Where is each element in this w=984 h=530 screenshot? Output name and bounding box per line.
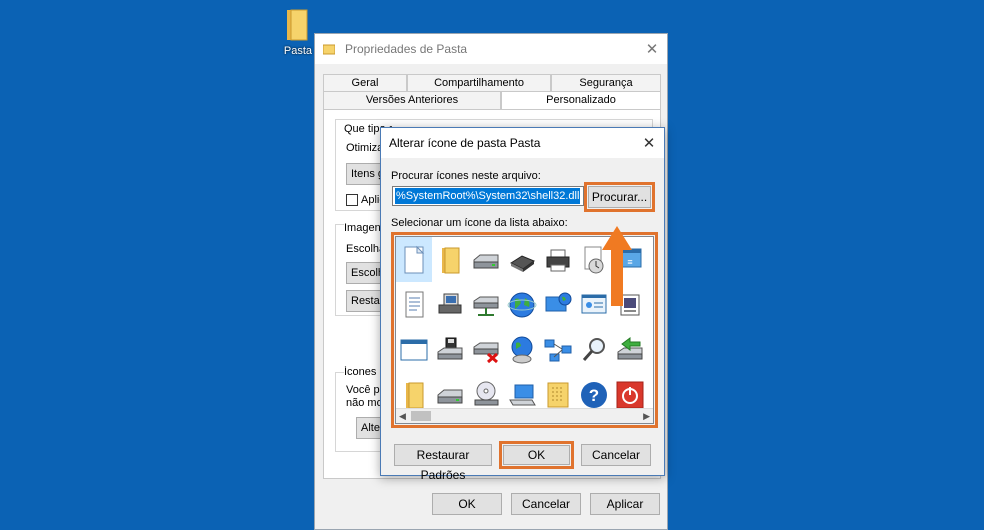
folder-grid-icon — [547, 382, 569, 407]
icon-cell[interactable] — [468, 237, 504, 282]
monitor-globe-icon — [545, 292, 572, 311]
scroll-thumb[interactable] — [411, 411, 431, 421]
laptop-icon — [509, 384, 536, 405]
folder-icon — [323, 44, 335, 55]
svg-text:?: ? — [589, 386, 599, 405]
desktop-folder-label: Pasta — [283, 45, 313, 57]
document-icon — [405, 291, 424, 317]
icon-cell[interactable] — [396, 327, 432, 372]
props-cancel-button[interactable]: Cancelar — [511, 493, 581, 515]
icon-cell[interactable] — [540, 282, 576, 327]
icon-cell[interactable] — [504, 237, 540, 282]
properties-title: Propriedades de Pasta — [345, 42, 468, 56]
blank-file-icon — [404, 245, 425, 273]
floppy-drive-icon — [437, 337, 463, 359]
horizontal-scrollbar[interactable]: ◀ ▶ — [396, 408, 653, 423]
dialog-title: Alterar ícone de pasta Pasta — [389, 136, 541, 150]
computer-icon — [438, 293, 462, 313]
icon-cell[interactable] — [576, 327, 612, 372]
printer-icon — [546, 249, 570, 271]
browse-button[interactable]: Procurar... — [588, 186, 651, 208]
partial-icon — [650, 244, 654, 276]
icon-cell[interactable] — [396, 237, 432, 282]
icon-file-path-input[interactable]: %SystemRoot%\System32\shell32.dll — [392, 186, 584, 206]
restore-defaults-button[interactable]: Restaurar Padrões — [394, 444, 492, 482]
icon-list-label: Selecionar um ícone da lista abaixo: — [391, 217, 568, 229]
close-icon[interactable]: ✕ — [637, 40, 667, 58]
icon-cell[interactable] — [432, 327, 468, 372]
desktop-folder[interactable]: Pasta — [283, 8, 313, 57]
folder-icon — [406, 382, 424, 408]
chip-icon — [509, 254, 536, 272]
shortcut-icon — [650, 289, 654, 321]
dialog-cancel-button[interactable]: Cancelar — [581, 444, 651, 466]
arrow-drive-icon — [617, 336, 643, 359]
icon-cell[interactable] — [648, 327, 654, 372]
properties-titlebar: Propriedades de Pasta ✕ — [315, 34, 667, 64]
icon-cell[interactable] — [396, 282, 432, 327]
window-frame-icon — [400, 339, 428, 360]
drive-icon — [437, 389, 463, 403]
network-icon — [544, 339, 572, 361]
power-icon — [616, 381, 644, 408]
scroll-left-icon[interactable]: ◀ — [399, 411, 406, 422]
props-ok-button[interactable]: OK — [432, 493, 502, 515]
globe-icon — [507, 292, 537, 317]
tab-versoes-anteriores[interactable]: Versões Anteriores — [323, 91, 501, 110]
scroll-right-icon[interactable]: ▶ — [643, 411, 650, 422]
folder-icon — [285, 8, 311, 42]
icon-cell[interactable] — [468, 282, 504, 327]
dialog-ok-button[interactable]: OK — [503, 445, 570, 465]
partial-icon — [650, 379, 654, 411]
apply-checkbox[interactable] — [346, 194, 358, 206]
annotation-arrow-icon — [602, 226, 632, 306]
cd-drive-icon — [474, 381, 499, 405]
icon-cell[interactable] — [432, 282, 468, 327]
misc-icon — [650, 334, 654, 366]
help-icon: ? — [581, 381, 607, 408]
icon-cell[interactable] — [540, 327, 576, 372]
network-disconnect-icon — [473, 342, 499, 363]
magnifier-icon — [582, 337, 605, 361]
drive-icon — [473, 254, 499, 268]
icon-cell[interactable] — [648, 282, 654, 327]
icon-cell[interactable] — [648, 237, 654, 282]
icon-cell[interactable] — [504, 327, 540, 372]
globe-dish-icon — [511, 336, 533, 363]
tabs-row-2: Versões Anteriores Personalizado — [323, 91, 661, 111]
folder-icon — [442, 247, 460, 273]
close-icon[interactable]: ✕ — [634, 134, 664, 152]
icon-cell[interactable] — [612, 327, 648, 372]
network-drive-icon — [473, 296, 499, 316]
search-file-label: Procurar ícones neste arquivo: — [391, 170, 541, 182]
props-apply-button[interactable]: Aplicar — [590, 493, 660, 515]
icon-cell[interactable] — [468, 327, 504, 372]
icon-cell[interactable] — [540, 237, 576, 282]
dialog-titlebar: Alterar ícone de pasta Pasta ✕ — [381, 128, 664, 158]
tab-personalizado[interactable]: Personalizado — [501, 91, 661, 111]
icon-file-path-value: %SystemRoot%\System32\shell32.dll — [395, 188, 581, 204]
icon-cell[interactable] — [432, 237, 468, 282]
icon-cell[interactable] — [504, 282, 540, 327]
